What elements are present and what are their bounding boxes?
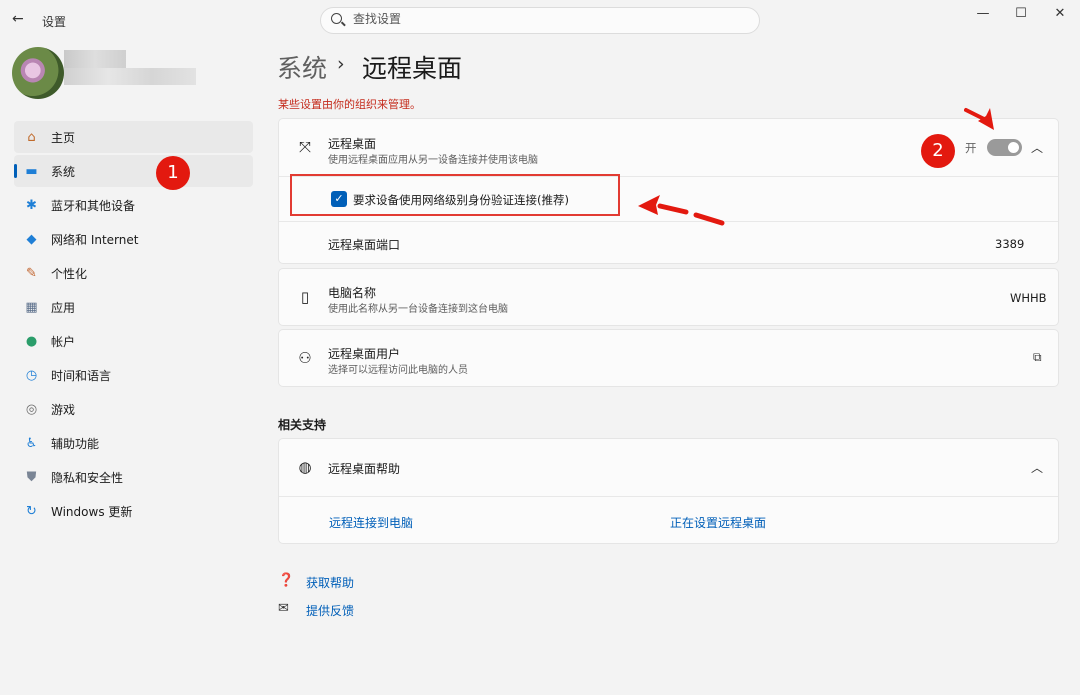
breadcrumb-parent[interactable]: 系统	[277, 49, 327, 85]
sidebar-item-label: 帐户	[51, 334, 76, 349]
pc-name-title: 电脑名称	[328, 286, 377, 300]
breadcrumb-separator-icon: ›	[337, 53, 345, 75]
rd-users-subtitle: 选择可以远程访问此电脑的人员	[328, 365, 468, 376]
sidebar-item-accessibility[interactable]: ♿ 辅助功能	[14, 427, 253, 459]
sidebar-item-label: 辅助功能	[51, 436, 100, 451]
remote-desktop-title: 远程桌面	[328, 137, 377, 151]
users-icon: ⚇	[298, 349, 312, 367]
home-icon: ⌂	[27, 129, 36, 145]
chevron-up-icon[interactable]: ︿	[1031, 459, 1043, 476]
external-link-icon[interactable]: ⧉	[1033, 350, 1042, 365]
divider	[279, 496, 1058, 497]
gaming-icon: ◎	[25, 401, 38, 417]
apps-icon: ▦	[25, 299, 38, 315]
nla-checkbox[interactable]: ✓	[331, 191, 347, 207]
chevron-up-icon[interactable]: ︿	[1031, 139, 1043, 156]
accessibility-icon: ♿	[25, 435, 38, 451]
managed-notice: 某些设置由你的组织来管理。	[278, 98, 421, 111]
sidebar-item-network[interactable]: ◆ 网络和 Internet	[14, 223, 253, 255]
sidebar-item-apps[interactable]: ▦ 应用	[14, 291, 253, 323]
remote-desktop-toggle[interactable]	[987, 139, 1022, 156]
remote-desktop-subtitle: 使用远程桌面应用从另一设备连接并使用该电脑	[328, 155, 538, 166]
feedback-icon: ✉	[278, 601, 289, 616]
annotation-badge-2: 2	[921, 134, 955, 168]
sidebar-item-label: 游戏	[51, 402, 76, 417]
sidebar-item-time-language[interactable]: ◷ 时间和语言	[14, 359, 253, 391]
annotation-badge-1: 1	[156, 156, 190, 190]
sidebar-item-label: 蓝牙和其他设备	[51, 198, 136, 213]
sidebar-item-windows-update[interactable]: ↻ Windows 更新	[14, 495, 253, 527]
sidebar-item-privacy[interactable]: ⛊ 隐私和安全性	[14, 461, 253, 493]
remote-desktop-users-card[interactable]: ⚇ 远程桌面用户 选择可以远程访问此电脑的人员 ⧉	[278, 329, 1059, 387]
link-setting-up-rd[interactable]: 正在设置远程桌面	[670, 514, 766, 531]
sidebar-item-label: 时间和语言	[51, 368, 112, 383]
get-help-icon: ❓	[278, 573, 295, 588]
toggle-state-label: 开	[965, 141, 977, 155]
pc-name-value: WHHB	[1010, 291, 1047, 305]
search-box[interactable]	[320, 7, 760, 34]
time-language-icon: ◷	[25, 367, 38, 383]
sidebar-item-home[interactable]: ⌂ 主页	[14, 121, 253, 153]
sidebar-item-personalization[interactable]: ✎ 个性化	[14, 257, 253, 289]
remote-desktop-icon: ⤧	[298, 138, 311, 156]
account-icon: ●	[25, 333, 38, 349]
pc-name-card: ▯ 电脑名称 使用此名称从另一台设备连接到这台电脑 WHHB	[278, 268, 1059, 326]
avatar[interactable]	[12, 47, 64, 99]
maximize-button[interactable]: ☐	[1011, 6, 1031, 21]
sidebar-item-bluetooth[interactable]: ✱ 蓝牙和其他设备	[14, 189, 253, 221]
shield-icon: ⛊	[26, 469, 37, 485]
related-support-card: ◍ 远程桌面帮助 ︿ 远程连接到电脑 正在设置远程桌面	[278, 438, 1059, 544]
search-input[interactable]	[353, 12, 733, 26]
sidebar-item-label: 网络和 Internet	[51, 232, 139, 247]
get-help-link[interactable]: 获取帮助	[306, 574, 354, 591]
sidebar-item-gaming[interactable]: ◎ 游戏	[14, 393, 253, 425]
sidebar-item-label: 主页	[51, 130, 76, 145]
link-connect-to-pc[interactable]: 远程连接到电脑	[329, 514, 413, 531]
feedback-link[interactable]: 提供反馈	[306, 602, 354, 619]
search-icon	[331, 13, 342, 24]
pc-name-subtitle: 使用此名称从另一台设备连接到这台电脑	[328, 304, 508, 315]
minimize-button[interactable]: —	[973, 6, 993, 21]
system-icon: ▬	[25, 163, 38, 179]
sidebar-item-label: 隐私和安全性	[51, 470, 124, 485]
port-label: 远程桌面端口	[328, 238, 401, 252]
wifi-icon: ◆	[26, 231, 37, 247]
annotation-arrow-down	[964, 108, 994, 130]
sidebar-item-label: 系统	[51, 164, 76, 179]
globe-icon: ◍	[298, 458, 312, 476]
app-title: 设置	[42, 15, 67, 29]
sidebar-item-label: 应用	[51, 300, 76, 315]
annotation-arrow-left	[638, 195, 725, 226]
nla-checkbox-label: 要求设备使用网络级别身份验证连接(推荐)	[353, 193, 569, 207]
sidebar-nav: ⌂ 主页 ▬ 系统 ✱ 蓝牙和其他设备 ◆ 网络和 Internet ✎ 个性化…	[14, 121, 253, 529]
blurred-email	[64, 68, 196, 85]
update-icon: ↻	[26, 503, 37, 519]
close-button[interactable]: ✕	[1050, 6, 1070, 21]
section-title-related: 相关支持	[278, 418, 327, 432]
port-value: 3389	[995, 237, 1025, 251]
rd-users-title: 远程桌面用户	[328, 347, 401, 361]
brush-icon: ✎	[26, 265, 37, 281]
blurred-username	[64, 50, 126, 68]
sidebar-item-label: 个性化	[51, 266, 88, 281]
back-icon[interactable]: ←	[12, 11, 24, 27]
pc-name-icon: ▯	[300, 288, 310, 306]
sidebar-item-label: Windows 更新	[51, 504, 133, 519]
sidebar-item-accounts[interactable]: ● 帐户	[14, 325, 253, 357]
bluetooth-icon: ✱	[26, 197, 37, 213]
sidebar-item-system[interactable]: ▬ 系统	[14, 155, 253, 187]
rd-help-title: 远程桌面帮助	[328, 462, 401, 476]
page-title: 远程桌面	[362, 54, 463, 83]
